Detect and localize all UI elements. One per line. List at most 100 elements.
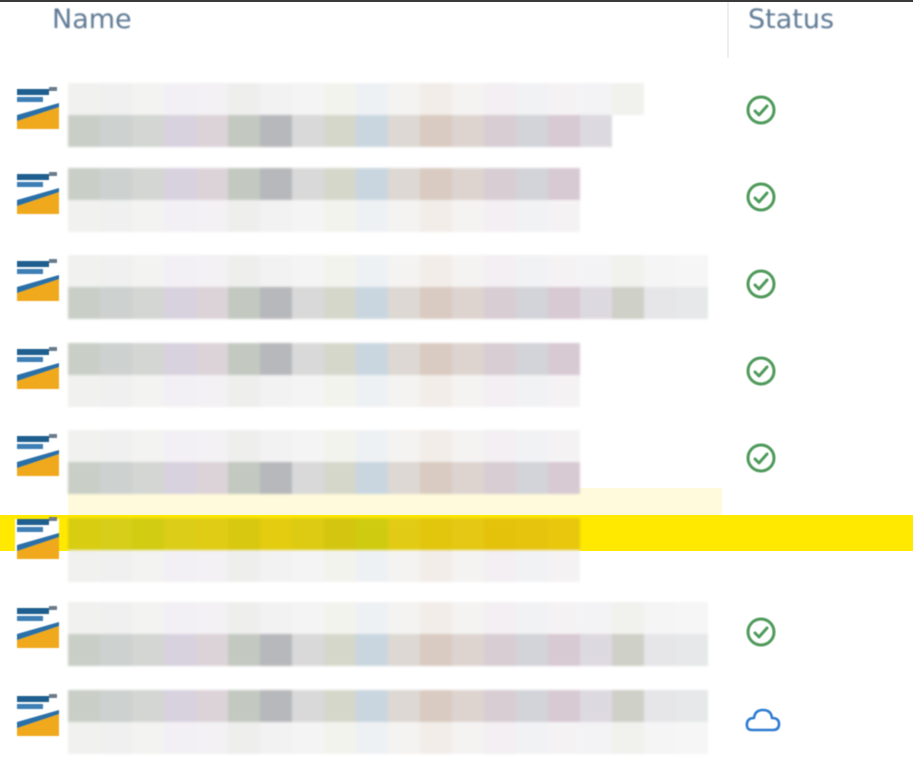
name-line-secondary [68,200,580,232]
redaction-block [516,200,548,232]
redaction-block [452,690,484,722]
redaction-block [68,722,100,754]
redaction-block [516,168,548,200]
redaction-block [260,462,292,494]
redaction-block [164,722,196,754]
redaction-block [324,375,356,407]
redaction-block [164,430,196,462]
redaction-block [260,287,292,319]
redaction-block [420,343,452,375]
redaction-block [484,462,516,494]
redaction-block [420,287,452,319]
redaction-block [196,343,228,375]
redaction-block [548,255,580,287]
redaction-block [196,634,228,666]
redaction-block [132,462,164,494]
redaction-block [196,375,228,407]
redaction-block [324,690,356,722]
redaction-block [612,602,644,634]
redaction-block [356,83,388,115]
redaction-block [484,287,516,319]
redaction-block [452,115,484,147]
redaction-block [644,634,676,666]
redaction-block [196,462,228,494]
redaction-block [612,255,644,287]
redaction-block [228,690,260,722]
redaction-block [452,634,484,666]
redaction-block [68,287,100,319]
redaction-block [292,343,324,375]
name-line-secondary [68,375,580,407]
status-column-header[interactable]: Status [748,4,834,35]
redaction-block [68,634,100,666]
redaction-block [516,115,548,147]
redaction-block [484,255,516,287]
redaction-block [228,430,260,462]
redaction-block [164,115,196,147]
redaction-block [228,200,260,232]
redaction-block [292,83,324,115]
redaction-block [644,255,676,287]
redaction-block [324,287,356,319]
checkmark-circle-icon [744,267,778,301]
column-divider[interactable] [727,2,729,58]
redaction-block [356,722,388,754]
redaction-block [100,690,132,722]
redaction-block [548,462,580,494]
redaction-block [548,200,580,232]
redaction-block [484,430,516,462]
redaction-block [324,430,356,462]
redaction-block [388,168,420,200]
redaction-block [292,430,324,462]
redaction-block [644,690,676,722]
name-line-primary [68,430,580,462]
redaction-block [324,518,356,550]
file-type-icon [15,515,61,561]
file-name-redacted [68,518,580,582]
redaction-block [228,550,260,582]
redaction-block [516,343,548,375]
redaction-block [292,168,324,200]
redaction-block [324,255,356,287]
redaction-block [484,83,516,115]
file-type-icon [15,604,61,650]
redaction-block [164,375,196,407]
redaction-block [324,634,356,666]
redaction-block [388,343,420,375]
redaction-block [260,602,292,634]
name-line-secondary [68,462,580,494]
redaction-block [388,115,420,147]
redaction-block [196,200,228,232]
redaction-block [484,518,516,550]
checkmark-circle-icon [744,180,778,214]
name-line-primary [68,255,708,287]
redaction-block [452,375,484,407]
redaction-block [68,375,100,407]
redaction-block [292,375,324,407]
redaction-block [132,287,164,319]
redaction-block [324,462,356,494]
redaction-block [228,722,260,754]
name-column-header[interactable]: Name [52,4,132,35]
redaction-block [452,430,484,462]
redaction-block [420,602,452,634]
redaction-block [388,634,420,666]
redaction-block [580,287,612,319]
redaction-block [580,83,612,115]
redaction-block [356,115,388,147]
redaction-block [484,634,516,666]
redaction-block [196,255,228,287]
redaction-block [356,634,388,666]
file-name-redacted [68,690,708,754]
redaction-block [548,168,580,200]
redaction-block [516,83,548,115]
redaction-block [356,518,388,550]
redaction-block [516,287,548,319]
redaction-block [644,722,676,754]
file-name-redacted [68,602,708,666]
redaction-block [580,722,612,754]
redaction-block [452,287,484,319]
redaction-block [388,550,420,582]
redaction-block [292,634,324,666]
redaction-block [676,255,708,287]
